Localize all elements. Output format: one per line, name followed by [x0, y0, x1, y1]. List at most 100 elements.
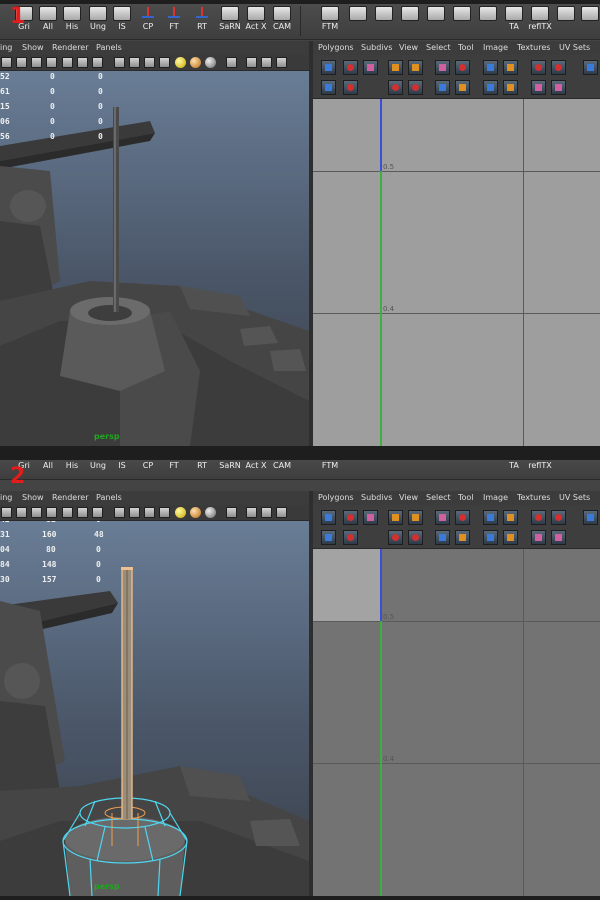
uv-grid-icon[interactable]	[388, 510, 403, 525]
shelf-ungroup-button[interactable]: Ung	[86, 460, 110, 478]
uv-align-icon[interactable]	[435, 510, 450, 525]
uv-snap-icon[interactable]	[408, 510, 423, 525]
uv-unpin-icon[interactable]	[551, 60, 566, 75]
shelf-act-x-button[interactable]: Act X	[244, 460, 268, 478]
uv-select-icon[interactable]	[321, 510, 336, 525]
uv-menu-polygons[interactable]: Polygons	[318, 43, 354, 52]
uv-layout-icon[interactable]	[435, 80, 450, 95]
uv-smudge-icon[interactable]	[531, 530, 546, 545]
uv-smudge-icon[interactable]	[531, 80, 546, 95]
texture-icon[interactable]	[92, 57, 103, 68]
isolate-icon[interactable]	[62, 507, 73, 518]
shelf-mesh-button[interactable]	[346, 6, 370, 36]
shadow-sphere-icon[interactable]	[205, 57, 216, 68]
textured-icon[interactable]	[46, 57, 57, 68]
uv-unfold-icon[interactable]	[388, 530, 403, 545]
cube-shaded-icon[interactable]	[129, 507, 140, 518]
texture-icon[interactable]	[92, 507, 103, 518]
menu-show[interactable]: Show	[22, 43, 44, 52]
uv-relax-icon[interactable]	[408, 80, 423, 95]
uv-rotate-icon[interactable]	[483, 60, 498, 75]
light-sphere-icon[interactable]	[175, 57, 186, 68]
menu-panels[interactable]: Panels	[96, 43, 122, 52]
shelf-ta-button[interactable]: TA	[502, 460, 526, 478]
shelf-ftm-button[interactable]: FTM	[318, 6, 342, 36]
shelf-all-button[interactable]: All	[36, 6, 60, 36]
textured-icon[interactable]	[46, 507, 57, 518]
grid-toggle-icon[interactable]	[16, 507, 27, 518]
shelf-camera-button[interactable]: CAM	[270, 460, 294, 478]
uv-layout-icon[interactable]	[435, 530, 450, 545]
grid-toggle-icon[interactable]	[16, 57, 27, 68]
uv-cut-icon[interactable]	[321, 80, 336, 95]
uv-image-icon[interactable]	[583, 60, 598, 75]
frame-cube-icon[interactable]	[261, 57, 272, 68]
shelf-reset-transform-button[interactable]: RT	[190, 6, 214, 36]
uv-flip-icon[interactable]	[363, 60, 378, 75]
cube-blue-icon[interactable]	[144, 507, 155, 518]
menu-show[interactable]: Show	[22, 493, 44, 502]
shelf-trash-button[interactable]	[554, 6, 578, 36]
uv-cut-icon[interactable]	[321, 530, 336, 545]
uv-merge-icon[interactable]	[503, 530, 518, 545]
uv-unfold-icon[interactable]	[388, 80, 403, 95]
uv-merge-icon[interactable]	[503, 80, 518, 95]
uv-pin-icon[interactable]	[531, 510, 546, 525]
uv-menu-polygons[interactable]: Polygons	[318, 493, 354, 502]
shelf-history-button[interactable]: His	[60, 460, 84, 478]
scissors-icon[interactable]	[276, 57, 287, 68]
uv-menu-select[interactable]: Select	[426, 493, 451, 502]
shelf-reflect-button[interactable]: reflTX	[528, 460, 552, 478]
shaded-icon[interactable]	[31, 57, 42, 68]
shelf-freeze-transform-button[interactable]: FT	[162, 6, 186, 36]
uv-texture-canvas[interactable]: 0.5 0.4	[313, 99, 600, 446]
uv-align-icon[interactable]	[435, 60, 450, 75]
uv-straighten-icon[interactable]	[455, 60, 470, 75]
camera-cube-icon[interactable]	[246, 57, 257, 68]
uv-rotate-icon[interactable]	[483, 510, 498, 525]
uv-menu-view[interactable]: View	[399, 493, 418, 502]
shelf-box-button[interactable]	[398, 6, 422, 36]
menu-renderer[interactable]: Renderer	[52, 493, 89, 502]
uv-shell-icon[interactable]	[483, 80, 498, 95]
uv-pin-icon[interactable]	[531, 60, 546, 75]
uv-grid-icon[interactable]	[388, 60, 403, 75]
cube-blue-icon[interactable]	[144, 57, 155, 68]
uv-normalize-icon[interactable]	[455, 80, 470, 95]
shelf-sarn-button[interactable]: SaRN	[218, 6, 242, 36]
shelf-camera-button[interactable]: CAM	[270, 6, 294, 36]
menu-panels[interactable]: Panels	[96, 493, 122, 502]
shelf-history-button[interactable]: His	[60, 6, 84, 36]
uv-move-icon[interactable]	[343, 510, 358, 525]
wireframe-icon[interactable]	[1, 507, 12, 518]
lighting-icon[interactable]	[77, 507, 88, 518]
uv-stack-icon[interactable]	[503, 60, 518, 75]
shelf-curve-button[interactable]	[372, 6, 396, 36]
select-arrow-icon[interactable]	[226, 507, 237, 518]
shelf-freeze-transform-button[interactable]: FT	[162, 460, 186, 478]
shelf-ftm-button[interactable]: FTM	[318, 460, 342, 478]
uv-sew-icon[interactable]	[343, 530, 358, 545]
uv-shell-icon[interactable]	[483, 530, 498, 545]
perspective-viewport[interactable]: 52 0 0 61 0 0 15 0 0 06 0 0 56 0 0 persp	[0, 71, 309, 446]
cube-wire-icon[interactable]	[114, 57, 125, 68]
shelf-center-pivot-button[interactable]: CP	[136, 6, 160, 36]
shelf-reset-transform-button[interactable]: RT	[190, 460, 214, 478]
shelf-center-pivot-button[interactable]: CP	[136, 460, 160, 478]
shaded-icon[interactable]	[31, 507, 42, 518]
shelf-paint-button[interactable]	[424, 6, 448, 36]
frame-cube-icon[interactable]	[261, 507, 272, 518]
shelf-frame-button[interactable]	[476, 6, 500, 36]
shelf-reflect-button[interactable]: reflTX	[528, 6, 552, 36]
scissors-icon[interactable]	[276, 507, 287, 518]
uv-smooth-icon[interactable]	[551, 80, 566, 95]
cube-shaded-icon[interactable]	[129, 57, 140, 68]
material-sphere-icon[interactable]	[190, 507, 201, 518]
uv-menu-uv-sets[interactable]: UV Sets	[559, 43, 590, 52]
uv-unpin-icon[interactable]	[551, 510, 566, 525]
checker-icon[interactable]	[159, 57, 170, 68]
light-sphere-icon[interactable]	[175, 507, 186, 518]
uv-menu-textures[interactable]: Textures	[517, 43, 550, 52]
uv-menu-textures[interactable]: Textures	[517, 493, 550, 502]
menu-lighting[interactable]: ing	[0, 493, 12, 502]
